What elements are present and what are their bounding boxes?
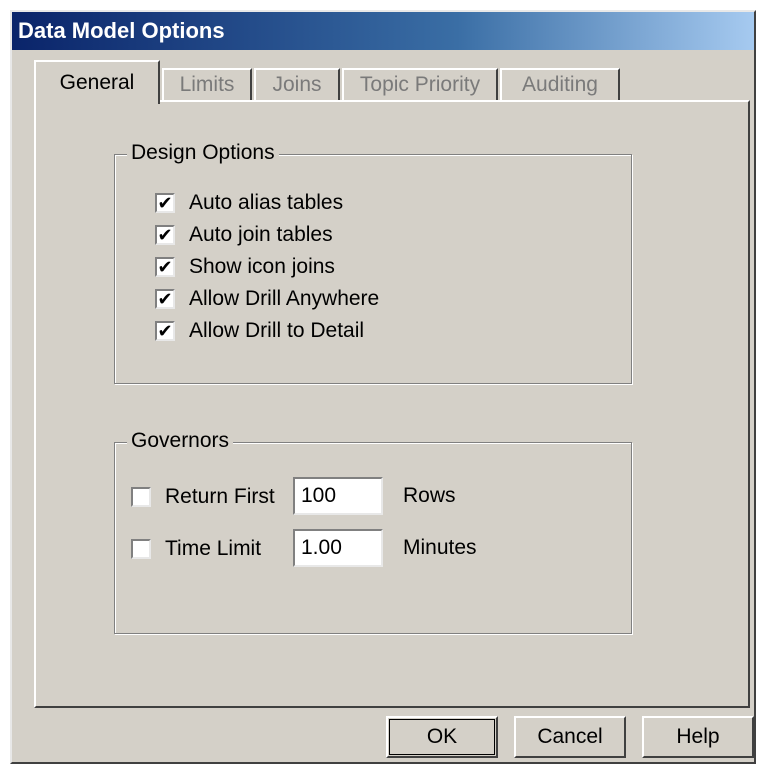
help-button[interactable]: Help xyxy=(642,716,754,758)
allow-drill-to-detail-checkbox[interactable]: ✔ xyxy=(155,321,175,341)
allow-drill-anywhere-option[interactable]: ✔ Allow Drill Anywhere xyxy=(155,285,379,313)
tab-general[interactable]: General xyxy=(34,60,160,104)
auto-join-tables-option[interactable]: ✔ Auto join tables xyxy=(155,221,333,249)
allow-drill-anywhere-label: Allow Drill Anywhere xyxy=(189,287,380,310)
design-options-title: Design Options xyxy=(127,141,279,165)
design-options-group: Design Options ✔ Auto alias tables ✔ Aut… xyxy=(114,141,632,384)
auto-alias-tables-checkbox[interactable]: ✔ xyxy=(155,193,175,213)
auto-join-tables-label: Auto join tables xyxy=(189,223,333,246)
time-limit-label: Time Limit xyxy=(165,537,262,560)
title-bar: Data Model Options xyxy=(12,12,754,50)
data-model-options-dialog: Data Model Options General Limits Joins … xyxy=(10,10,756,764)
return-first-option[interactable]: Return First xyxy=(131,483,275,511)
window-title: Data Model Options xyxy=(18,18,225,43)
show-icon-joins-option[interactable]: ✔ Show icon joins xyxy=(155,253,335,281)
tab-topic-priority[interactable]: Topic Priority xyxy=(342,68,498,100)
governors-title: Governors xyxy=(127,429,234,453)
ok-button[interactable]: OK xyxy=(386,716,498,758)
allow-drill-anywhere-checkbox[interactable]: ✔ xyxy=(155,289,175,309)
show-icon-joins-checkbox[interactable]: ✔ xyxy=(155,257,175,277)
return-first-rows-input[interactable] xyxy=(293,477,383,515)
auto-alias-tables-label: Auto alias tables xyxy=(189,191,344,214)
time-limit-checkbox[interactable] xyxy=(131,539,151,559)
allow-drill-to-detail-option[interactable]: ✔ Allow Drill to Detail xyxy=(155,317,364,345)
auto-join-tables-checkbox[interactable]: ✔ xyxy=(155,225,175,245)
time-limit-option[interactable]: Time Limit xyxy=(131,535,261,563)
minutes-unit-label: Minutes xyxy=(403,536,477,559)
tab-limits[interactable]: Limits xyxy=(162,68,252,100)
cancel-button[interactable]: Cancel xyxy=(514,716,626,758)
return-first-label: Return First xyxy=(165,485,275,508)
tab-auditing[interactable]: Auditing xyxy=(500,68,620,100)
allow-drill-to-detail-label: Allow Drill to Detail xyxy=(189,319,365,342)
auto-alias-tables-option[interactable]: ✔ Auto alias tables xyxy=(155,189,343,217)
return-first-checkbox[interactable] xyxy=(131,487,151,507)
time-limit-minutes-input[interactable] xyxy=(293,529,383,567)
show-icon-joins-label: Show icon joins xyxy=(189,255,335,278)
tab-joins[interactable]: Joins xyxy=(254,68,340,100)
general-tab-panel: Design Options ✔ Auto alias tables ✔ Aut… xyxy=(34,100,750,708)
governors-group: Governors Return First Rows Time Limit M… xyxy=(114,429,632,634)
rows-unit-label: Rows xyxy=(403,484,456,507)
